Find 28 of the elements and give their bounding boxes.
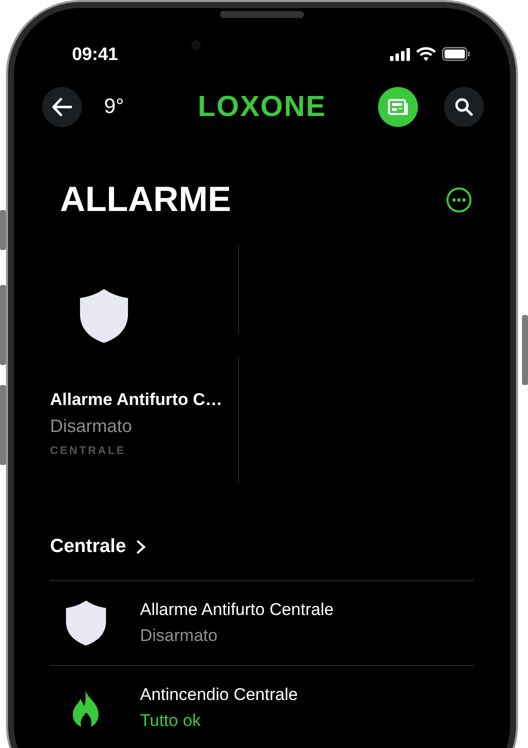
shield-icon [80, 289, 128, 343]
shield-icon [66, 600, 106, 646]
back-button[interactable] [42, 87, 82, 127]
tile-title[interactable]: Allarme Antifurto C… [50, 390, 226, 410]
row-title: Antincendio Centrale [140, 685, 298, 705]
newspaper-icon [388, 99, 408, 115]
logo: LOXONE [196, 90, 328, 124]
status-time: 09:41 [72, 44, 118, 64]
temperature-label: 9° [104, 95, 124, 119]
battery-icon [442, 47, 470, 61]
page-title: ALLARME [60, 180, 232, 220]
tile-room: CENTRALE [50, 445, 127, 457]
section-header[interactable]: Centrale [50, 536, 146, 558]
row-status: Disarmato [140, 626, 218, 646]
list-row[interactable]: Antincendio Centrale Tutto ok [50, 665, 474, 748]
news-button[interactable] [378, 87, 418, 127]
more-icon[interactable] [446, 187, 472, 213]
list-row[interactable]: Allarme Antifurto Centrale Disarmato [50, 580, 474, 665]
row-title: Allarme Antifurto Centrale [140, 600, 334, 620]
search-icon [455, 98, 473, 116]
row-status: Tutto ok [140, 711, 202, 731]
tile-status: Disarmato [50, 416, 134, 437]
back-arrow-icon [52, 98, 72, 116]
flame-icon [72, 689, 100, 727]
chevron-icon [136, 540, 146, 554]
search-button[interactable] [444, 87, 484, 127]
wifi-icon [416, 47, 436, 61]
signal-icon [390, 48, 410, 60]
